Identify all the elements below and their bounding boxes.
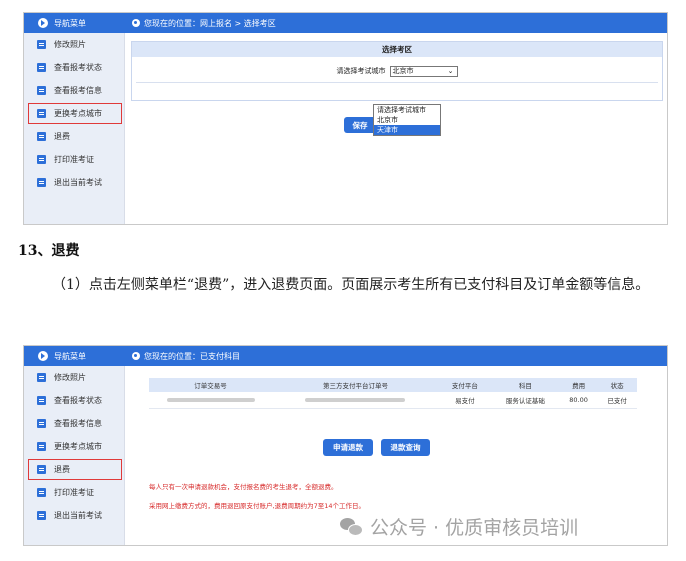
play-circle-icon — [38, 18, 48, 28]
column-header: 第三方支付平台订单号 — [272, 378, 439, 392]
refund-note: 采用网上缴费方式的，费用退回原支付账户,退费周期约为7至14个工作日。 — [149, 502, 365, 510]
refund-query-button[interactable]: 退款查询 — [381, 439, 430, 456]
nav-menu-label: 导航菜单 — [54, 351, 86, 361]
payment-platform-cell: 易支付 — [438, 392, 491, 409]
list-icon — [37, 132, 46, 141]
list-icon — [37, 178, 46, 187]
location-icon — [132, 352, 140, 360]
city-dropdown: 请选择考试城市 北京市 天津市 — [373, 104, 441, 136]
watermark-text: 公众号 · 优质审核员培训 — [370, 517, 579, 539]
list-icon — [37, 511, 46, 520]
main-content: 选择考区 请选择考试城市 北京市 ⌄ 请选择考试城市 北京市 天津市 保存 — [125, 33, 667, 224]
refund-note: 每人只有一次申请退款机会，支付报名费的考生退考，全额退费。 — [149, 483, 338, 491]
city-select-label: 请选择考试城市 — [336, 67, 386, 75]
section-paragraph: （1）点击左侧菜单栏“退费”，进入退费页面。页面展示考生所有已支付科目及订单金额… — [52, 277, 650, 293]
list-icon — [37, 419, 46, 428]
screenshot-select-exam-area: 导航菜单 您现在的位置：网上报名 > 选择考区 修改照片 查看报考状态 查看报考… — [23, 12, 668, 225]
sidebar-item-modify-photo[interactable]: 修改照片 — [24, 366, 124, 389]
table-header-row: 订单交易号 第三方支付平台订单号 支付平台 科目 费用 状态 — [149, 378, 637, 392]
sidebar-item-label: 修改照片 — [54, 373, 86, 382]
city-select[interactable]: 北京市 ⌄ — [389, 65, 458, 77]
breadcrumb: 您现在的位置：已支付科目 — [132, 346, 240, 366]
wechat-icon — [340, 517, 363, 536]
location-icon — [132, 19, 140, 27]
third-party-order-redacted — [272, 392, 439, 409]
nav-menu-title: 导航菜单 — [24, 13, 125, 33]
column-header: 订单交易号 — [149, 378, 273, 392]
sidebar-item-change-city[interactable]: 更换考点城市 — [24, 435, 124, 458]
sidebar-item-label: 更换考点城市 — [54, 442, 102, 451]
sidebar-item-exit-exam[interactable]: 退出当前考试 — [24, 504, 124, 527]
play-circle-icon — [38, 351, 48, 361]
list-icon — [37, 488, 46, 497]
list-icon — [37, 86, 46, 95]
sidebar-item-label: 更换考点城市 — [54, 109, 102, 118]
sidebar-item-label: 查看报考信息 — [54, 86, 102, 95]
list-icon — [37, 396, 46, 405]
exam-area-form: 选择考区 请选择考试城市 北京市 ⌄ — [131, 41, 663, 101]
section-heading: 13、退费 — [18, 243, 80, 259]
sidebar: 修改照片 查看报考状态 查看报考信息 更换考点城市 退费 打印准考证 退出当前考… — [24, 33, 125, 224]
dropdown-option-highlighted[interactable]: 天津市 — [374, 125, 440, 135]
sidebar-item-exam-status[interactable]: 查看报考状态 — [24, 389, 124, 412]
sidebar-item-label: 退费 — [54, 465, 70, 474]
list-icon — [37, 109, 46, 118]
city-select-row: 请选择考试城市 北京市 ⌄ — [132, 64, 662, 78]
list-icon — [37, 40, 46, 49]
city-select-value: 北京市 — [392, 67, 414, 75]
top-bar: 导航菜单 您现在的位置：已支付科目 — [24, 346, 667, 366]
column-header: 支付平台 — [438, 378, 491, 392]
list-icon — [37, 465, 46, 474]
sidebar-item-exit-exam[interactable]: 退出当前考试 — [24, 171, 124, 194]
column-header: 状态 — [597, 378, 637, 392]
dropdown-option[interactable]: 北京市 — [374, 115, 440, 125]
sidebar-item-modify-photo[interactable]: 修改照片 — [24, 33, 124, 56]
apply-refund-button[interactable]: 申请退款 — [323, 439, 373, 456]
divider — [136, 82, 658, 83]
sidebar-item-label: 查看报考状态 — [54, 396, 102, 405]
breadcrumb: 您现在的位置：网上报名 > 选择考区 — [132, 13, 276, 33]
sidebar-item-change-city[interactable]: 更换考点城市 — [24, 102, 124, 125]
form-header: 选择考区 — [132, 42, 662, 57]
sidebar-item-exam-info[interactable]: 查看报考信息 — [24, 412, 124, 435]
column-header: 科目 — [490, 378, 560, 392]
list-icon — [37, 155, 46, 164]
sidebar-item-label: 修改照片 — [54, 40, 86, 49]
sidebar: 修改照片 查看报考状态 查看报考信息 更换考点城市 退费 打印准考证 退出当前考… — [24, 366, 125, 545]
subject-cell: 服务认证基础 — [490, 392, 560, 409]
nav-menu-title: 导航菜单 — [24, 346, 125, 366]
sidebar-item-label: 打印准考证 — [54, 155, 94, 164]
list-icon — [37, 373, 46, 382]
dropdown-option[interactable]: 请选择考试城市 — [374, 105, 440, 115]
paid-orders-table: 订单交易号 第三方支付平台订单号 支付平台 科目 费用 状态 易支付 服务认证基… — [149, 378, 637, 409]
sidebar-item-refund[interactable]: 退费 — [24, 458, 124, 481]
breadcrumb-text: 您现在的位置：网上报名 > 选择考区 — [144, 18, 276, 28]
nav-menu-label: 导航菜单 — [54, 18, 86, 28]
table-row: 易支付 服务认证基础 80.00 已支付 — [149, 392, 637, 409]
top-bar: 导航菜单 您现在的位置：网上报名 > 选择考区 — [24, 13, 667, 33]
sidebar-item-label: 退出当前考试 — [54, 178, 102, 187]
fee-cell: 80.00 — [559, 392, 598, 409]
sidebar-item-print-ticket[interactable]: 打印准考证 — [24, 481, 124, 504]
breadcrumb-text: 您现在的位置：已支付科目 — [144, 351, 240, 361]
sidebar-item-label: 打印准考证 — [54, 488, 94, 497]
sidebar-item-label: 查看报考状态 — [54, 63, 102, 72]
sidebar-item-print-ticket[interactable]: 打印准考证 — [24, 148, 124, 171]
sidebar-item-label: 查看报考信息 — [54, 419, 102, 428]
column-header: 费用 — [559, 378, 598, 392]
order-number-redacted — [149, 392, 273, 409]
watermark: 公众号 · 优质审核员培训 — [340, 513, 578, 540]
sidebar-item-refund[interactable]: 退费 — [24, 125, 124, 148]
sidebar-item-exam-status[interactable]: 查看报考状态 — [24, 56, 124, 79]
chevron-down-icon: ⌄ — [447, 67, 454, 75]
sidebar-item-label: 退出当前考试 — [54, 511, 102, 520]
status-cell: 已支付 — [597, 392, 637, 409]
sidebar-item-label: 退费 — [54, 132, 70, 141]
list-icon — [37, 63, 46, 72]
list-icon — [37, 442, 46, 451]
sidebar-item-exam-info[interactable]: 查看报考信息 — [24, 79, 124, 102]
